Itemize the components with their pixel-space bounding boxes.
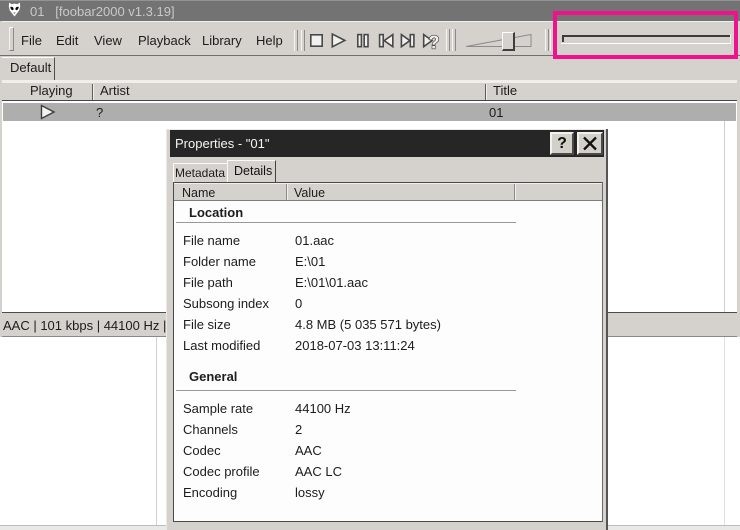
svg-text:?: ? <box>429 33 440 53</box>
